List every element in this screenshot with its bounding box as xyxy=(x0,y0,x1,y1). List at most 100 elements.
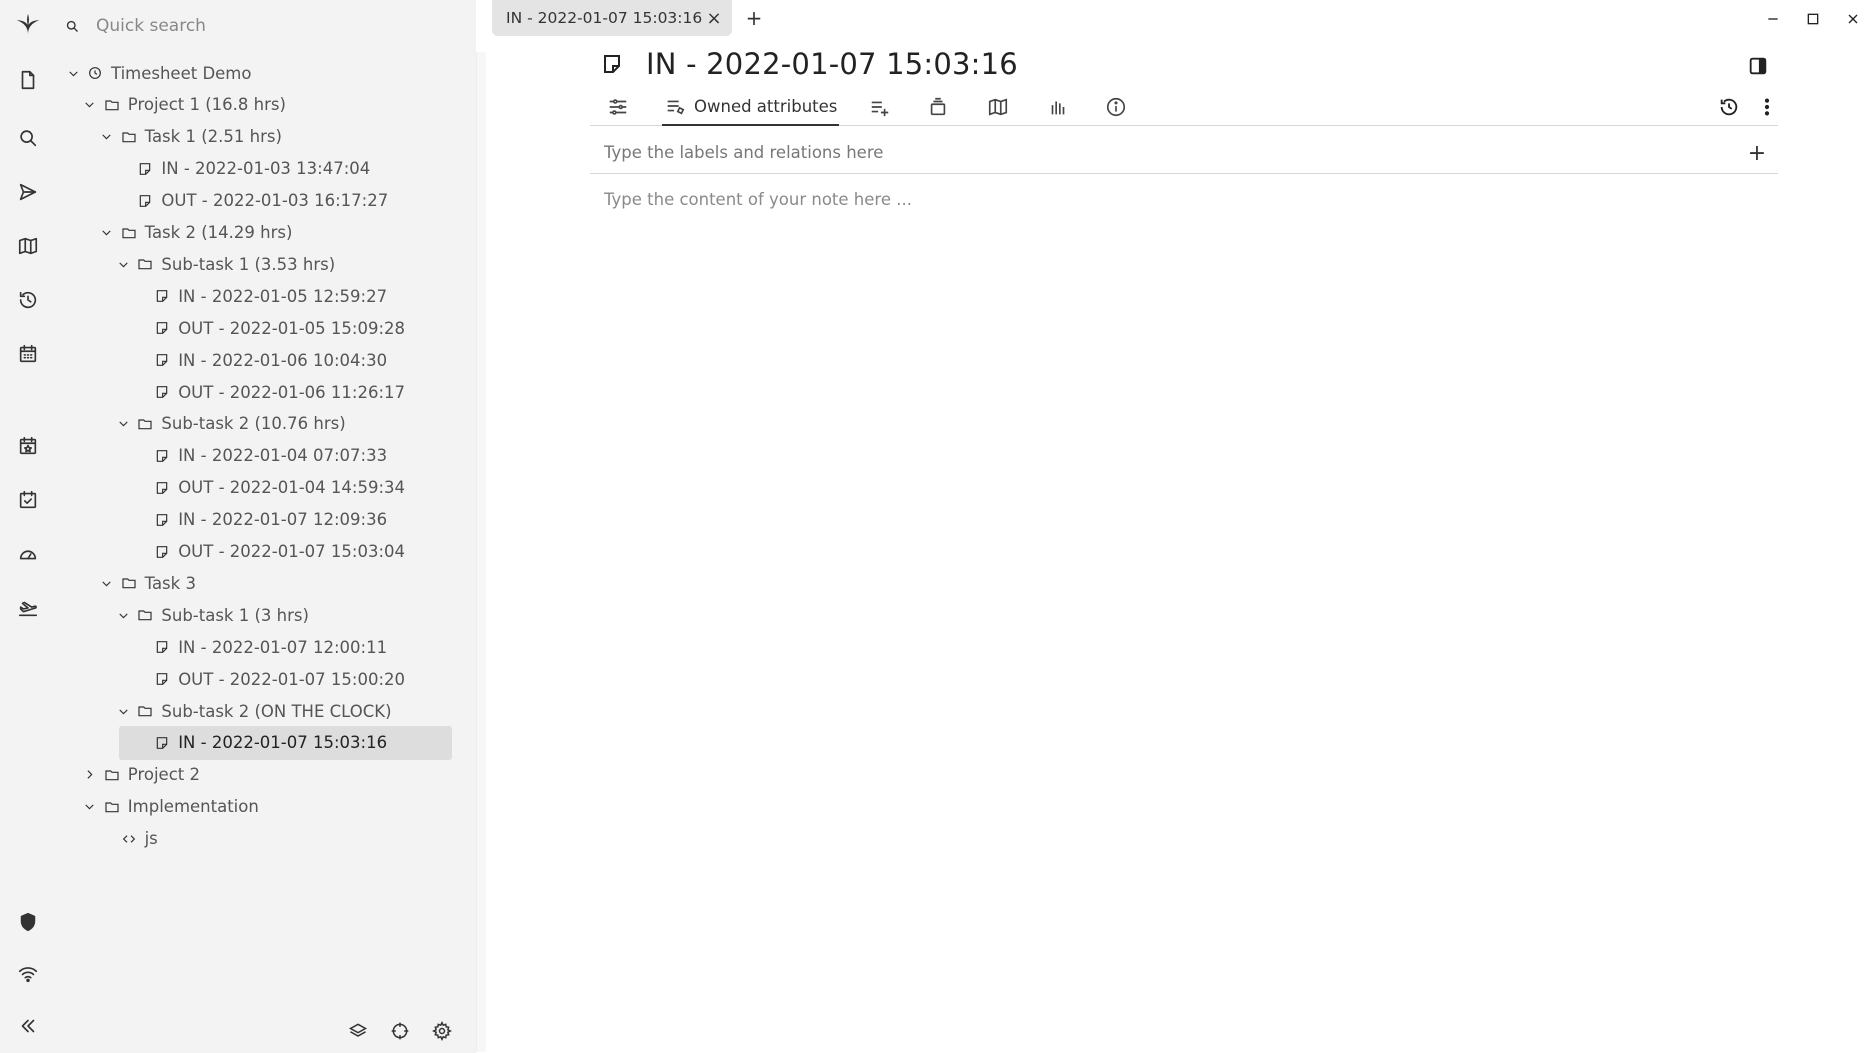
tree-node-label: Timesheet Demo xyxy=(111,63,252,83)
tree-node[interactable]: OUT - 2022-01-05 15:09:28 xyxy=(131,311,405,345)
gear-icon[interactable] xyxy=(428,1017,456,1045)
tree-node[interactable]: Task 1 (2.51 hrs) xyxy=(98,120,282,154)
tree-footer-toolbar xyxy=(344,1017,456,1045)
send-icon[interactable] xyxy=(10,174,46,210)
tree-node[interactable]: Implementation xyxy=(81,790,259,824)
attributes-input[interactable] xyxy=(602,142,1702,163)
chevron-down-icon[interactable] xyxy=(98,226,116,239)
tree-node[interactable]: Sub-task 1 (3.53 hrs) xyxy=(114,247,335,281)
crosshair-icon[interactable] xyxy=(386,1017,414,1045)
similar-notes-tab-icon[interactable] xyxy=(1040,88,1076,126)
layers-icon[interactable] xyxy=(344,1017,372,1045)
tree-node[interactable]: Project 2 xyxy=(81,758,200,792)
tree-node[interactable]: IN - 2022-01-03 13:47:04 xyxy=(114,152,370,186)
chevron-down-icon[interactable] xyxy=(98,130,116,143)
chevron-right-icon[interactable] xyxy=(81,768,99,781)
tree-node-label: Sub-task 2 (ON THE CLOCK) xyxy=(161,701,392,721)
close-tab-icon[interactable]: × xyxy=(704,8,724,29)
tree-node[interactable]: IN - 2022-01-06 10:04:30 xyxy=(131,343,387,377)
tree-node[interactable]: IN - 2022-01-07 12:00:11 xyxy=(131,630,387,664)
tree-node[interactable]: OUT - 2022-01-06 11:26:17 xyxy=(131,375,405,409)
right-pane-toggle-icon[interactable] xyxy=(1744,52,1772,80)
note-content-input[interactable] xyxy=(590,180,1778,1040)
chevron-down-icon[interactable] xyxy=(81,800,99,813)
tree-node[interactable]: IN - 2022-01-07 12:09:36 xyxy=(131,503,387,537)
shield-icon[interactable] xyxy=(10,904,46,940)
chevron-down-icon[interactable] xyxy=(114,705,132,718)
tree-node[interactable]: IN - 2022-01-05 12:59:27 xyxy=(131,279,387,313)
note-icon xyxy=(153,384,171,400)
chevron-down-icon[interactable] xyxy=(114,417,132,430)
quick-search-input[interactable] xyxy=(94,15,454,37)
add-attribute-tab-icon[interactable] xyxy=(862,88,898,126)
tree-node[interactable]: OUT - 2022-01-03 16:17:27 xyxy=(114,184,388,218)
folder-icon xyxy=(136,256,154,272)
tab-bar: IN - 2022-01-07 15:03:16 × + xyxy=(486,0,1869,38)
note-title[interactable]: IN - 2022-01-07 15:03:16 xyxy=(646,47,1018,81)
tree-node[interactable]: Project 1 (16.8 hrs) xyxy=(81,88,286,122)
search-icon[interactable] xyxy=(10,120,46,156)
note-map-tab-icon[interactable] xyxy=(980,88,1016,126)
wifi-icon[interactable] xyxy=(10,956,46,992)
tree-node-label: IN - 2022-01-07 12:00:11 xyxy=(178,637,388,657)
tree-node[interactable]: OUT - 2022-01-04 14:59:34 xyxy=(131,471,405,505)
more-options-icon[interactable] xyxy=(1752,88,1782,126)
tree-node-label: IN - 2022-01-07 12:09:36 xyxy=(178,510,388,530)
tree-node-label: Project 2 xyxy=(127,765,200,785)
basic-properties-tab-icon[interactable] xyxy=(600,88,636,126)
chevron-down-icon[interactable] xyxy=(64,67,82,80)
calendar-check-icon[interactable] xyxy=(10,482,46,518)
new-tab-button[interactable]: + xyxy=(742,6,766,30)
close-window-icon[interactable] xyxy=(1838,6,1868,32)
calendar-icon[interactable] xyxy=(10,336,46,372)
plane-icon[interactable] xyxy=(10,590,46,626)
tree-node-active[interactable]: IN - 2022-01-07 15:03:16 xyxy=(119,725,452,760)
tree-node-label: IN - 2022-01-07 15:03:16 xyxy=(178,733,388,753)
owned-attributes-label: Owned attributes xyxy=(694,96,838,116)
note-icon[interactable] xyxy=(598,50,626,78)
add-attribute-button[interactable]: + xyxy=(1746,141,1768,166)
tree-node-label: IN - 2022-01-06 10:04:30 xyxy=(178,350,388,370)
tree-node[interactable]: Task 3 xyxy=(98,566,196,600)
tree-node[interactable]: js xyxy=(98,822,158,856)
double-chevron-left-icon[interactable] xyxy=(10,1008,46,1044)
tree-node[interactable]: Timesheet Demo xyxy=(64,56,251,90)
tree-node-label: OUT - 2022-01-06 11:26:17 xyxy=(178,382,406,402)
tree-node-label: Sub-task 2 (10.76 hrs) xyxy=(161,414,346,434)
tab-active-note[interactable]: IN - 2022-01-07 15:03:16 × xyxy=(492,0,732,36)
note-revisions-icon[interactable] xyxy=(1714,88,1744,126)
folder-icon xyxy=(103,767,121,783)
gauge-icon[interactable] xyxy=(10,536,46,572)
note-title-row: IN - 2022-01-07 15:03:16 xyxy=(598,44,1778,84)
tree-node[interactable]: Task 2 (14.29 hrs) xyxy=(98,216,292,250)
tree-node[interactable]: OUT - 2022-01-07 15:03:04 xyxy=(131,535,405,569)
note-paths-tab-icon[interactable] xyxy=(920,88,956,126)
file-icon[interactable] xyxy=(10,62,46,98)
chevron-down-icon[interactable] xyxy=(114,609,132,622)
clock-icon xyxy=(86,65,104,81)
tree-node[interactable]: IN - 2022-01-04 07:07:33 xyxy=(131,439,387,473)
chevron-down-icon[interactable] xyxy=(81,98,99,111)
trilium-logo-icon[interactable] xyxy=(10,6,46,42)
folder-icon xyxy=(136,416,154,432)
tree-node[interactable]: Sub-task 2 (10.76 hrs) xyxy=(114,407,346,441)
tree-node-label: OUT - 2022-01-04 14:59:34 xyxy=(178,478,406,498)
tab-owned-attributes[interactable]: Owned attributes xyxy=(662,88,840,126)
note-info-tab-icon[interactable] xyxy=(1098,88,1134,126)
folder-icon xyxy=(136,703,154,719)
tree-node-label: Sub-task 1 (3.53 hrs) xyxy=(161,254,336,274)
note-icon xyxy=(153,735,171,751)
chevron-down-icon[interactable] xyxy=(114,258,132,271)
tree-node-label: OUT - 2022-01-07 15:03:04 xyxy=(178,542,406,561)
tree-scrollbar[interactable] xyxy=(476,52,486,1052)
map-icon[interactable] xyxy=(10,228,46,264)
maximize-icon[interactable] xyxy=(1798,6,1828,32)
history-icon[interactable] xyxy=(10,282,46,318)
tree-node[interactable]: OUT - 2022-01-07 15:00:20 xyxy=(131,662,405,696)
launcher-bar xyxy=(0,0,56,1053)
chevron-down-icon[interactable] xyxy=(98,577,116,590)
tree-node[interactable]: Sub-task 2 (ON THE CLOCK) xyxy=(114,694,392,728)
tree-node[interactable]: Sub-task 1 (3 hrs) xyxy=(114,598,309,632)
calendar-star-icon[interactable] xyxy=(10,428,46,464)
minimize-icon[interactable] xyxy=(1758,6,1788,32)
